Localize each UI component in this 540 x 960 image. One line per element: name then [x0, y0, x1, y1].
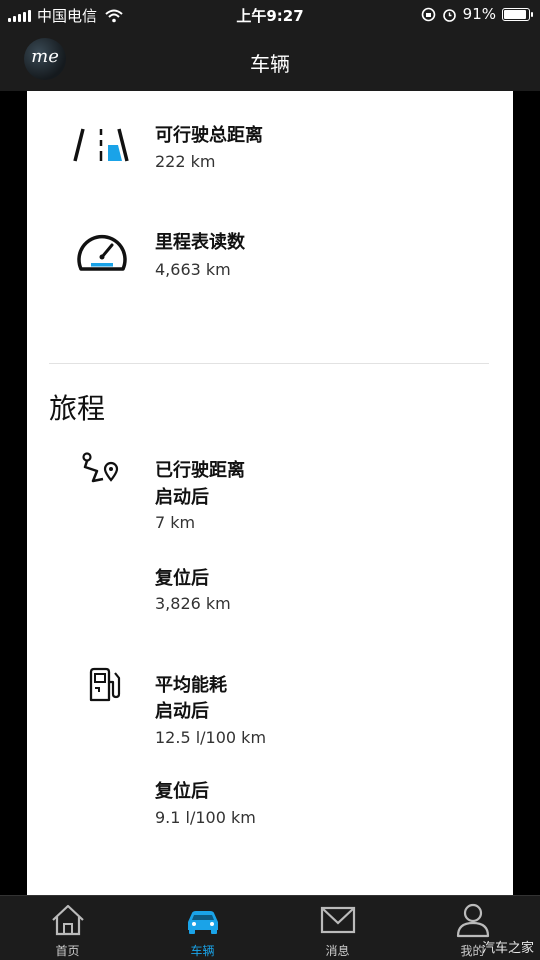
speedometer-icon	[77, 234, 127, 271]
tab-messages[interactable]: 消息	[270, 896, 405, 960]
vehicle-info-card: 可行驶总距离 222 km 里程表读数 4,663 km 旅程 已行驶距离 启动…	[27, 91, 513, 895]
distance-since-start-value: 7 km	[155, 513, 196, 532]
distance-since-reset-value: 3,826 km	[155, 594, 231, 613]
odometer-label: 里程表读数	[155, 232, 245, 253]
alarm-icon	[442, 8, 456, 22]
page-title: 车辆	[250, 52, 290, 76]
tab-vehicle[interactable]: 车辆	[135, 896, 270, 960]
nav-bar: me 车辆	[0, 30, 540, 91]
road-range-icon	[73, 128, 129, 162]
distance-since-reset-label: 复位后	[155, 568, 209, 589]
consumption-label: 平均能耗	[155, 675, 227, 696]
tab-messages-label: 消息	[325, 944, 350, 958]
watermark: 汽车之家	[481, 941, 534, 956]
range-label: 可行驶总距离	[155, 125, 263, 146]
fuel-pump-icon	[89, 667, 121, 702]
home-icon	[52, 904, 84, 936]
consumption-since-reset-value: 9.1 l/100 km	[155, 808, 256, 827]
consumption-since-start-label: 启动后	[155, 701, 209, 722]
section-divider	[49, 363, 489, 364]
distance-label: 已行驶距离	[155, 460, 245, 481]
tab-home[interactable]: 首页	[0, 896, 135, 960]
status-bar: 中国电信 上午9:27 91%	[0, 0, 540, 30]
consumption-since-reset-label: 复位后	[155, 781, 209, 802]
range-value: 222 km	[155, 152, 216, 171]
user-icon	[456, 903, 490, 938]
battery-icon	[502, 7, 533, 21]
tab-bar: 首页 车辆 消息 我的 汽车之家	[0, 895, 540, 960]
trip-section-title: 旅程	[49, 392, 106, 425]
consumption-since-start-value: 12.5 l/100 km	[155, 728, 267, 747]
orientation-lock-icon	[421, 7, 435, 21]
envelope-icon	[320, 906, 356, 934]
battery-percent: 91%	[462, 5, 496, 23]
tab-vehicle-label: 车辆	[190, 944, 215, 958]
distance-since-start-label: 启动后	[155, 487, 209, 508]
status-right: 91%	[421, 5, 533, 23]
car-icon	[188, 911, 218, 934]
tab-home-label: 首页	[55, 944, 80, 958]
odometer-value: 4,663 km	[155, 260, 231, 279]
route-icon	[82, 452, 119, 483]
